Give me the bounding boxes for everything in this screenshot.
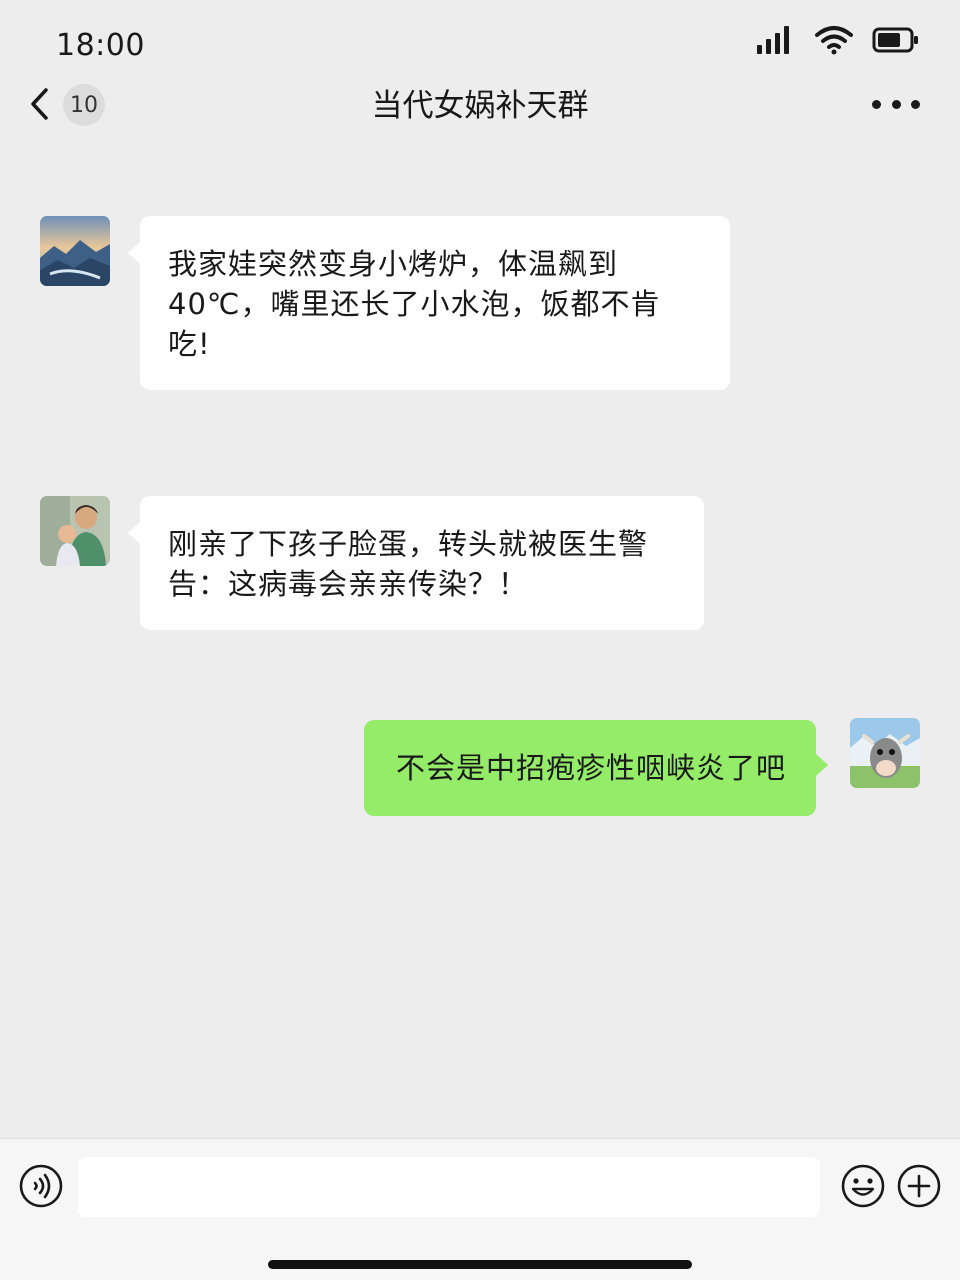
more-dot-icon xyxy=(891,99,901,109)
message-bubble[interactable]: 我家娃突然变身小烤炉，体温飙到 40℃，嘴里还长了小水泡，饭都不肯 吃! xyxy=(128,216,730,390)
status-time: 18:00 xyxy=(56,28,145,63)
message-text-line: 吃! xyxy=(168,327,211,361)
voice-button[interactable] xyxy=(18,1163,64,1209)
chat-title: 当代女娲补天群 xyxy=(371,88,589,124)
message-input[interactable] xyxy=(78,1157,820,1217)
avatar[interactable] xyxy=(40,496,110,566)
home-indicator xyxy=(268,1260,692,1269)
avatar[interactable] xyxy=(40,216,110,286)
more-dot-icon xyxy=(911,99,920,109)
cow-cartoon-avatar-icon xyxy=(850,718,920,788)
mother-child-photo-avatar-icon xyxy=(40,496,110,566)
battery-icon xyxy=(872,27,918,53)
more-options-button[interactable] xyxy=(872,98,920,110)
signal-icon xyxy=(757,26,789,54)
voice-icon xyxy=(19,1164,63,1208)
emoji-button[interactable] xyxy=(840,1163,886,1209)
mountain-landscape-avatar-icon xyxy=(40,216,110,286)
message-text-line: 告：这病毒会亲亲传染？！ xyxy=(168,567,529,601)
message-bubble[interactable]: 不会是中招疱疹性咽峡炎了吧 xyxy=(364,720,828,816)
message-text-line: 刚亲了下孩子脸蛋，转头就被医生警 xyxy=(168,527,649,561)
message-text-line: 40℃，嘴里还长了小水泡，饭都不肯 xyxy=(168,287,661,321)
message-bubble[interactable]: 刚亲了下孩子脸蛋，转头就被医生警 告：这病毒会亲亲传染？！ xyxy=(128,496,704,630)
plus-icon xyxy=(897,1164,941,1208)
more-functions-button[interactable] xyxy=(896,1163,942,1209)
status-bar: 18:00 xyxy=(0,0,960,80)
input-bar xyxy=(0,1138,960,1280)
status-icons xyxy=(756,22,920,58)
message-text-line: 不会是中招疱疹性咽峡炎了吧 xyxy=(396,751,787,785)
nav-bar: 10 当代女娲补天群 xyxy=(0,72,960,142)
message-text-line: 我家娃突然变身小烤炉，体温飙到 xyxy=(168,247,619,281)
avatar[interactable] xyxy=(850,718,920,788)
wifi-icon xyxy=(815,26,853,55)
more-dot-icon xyxy=(872,99,881,109)
emoji-icon xyxy=(841,1164,885,1208)
